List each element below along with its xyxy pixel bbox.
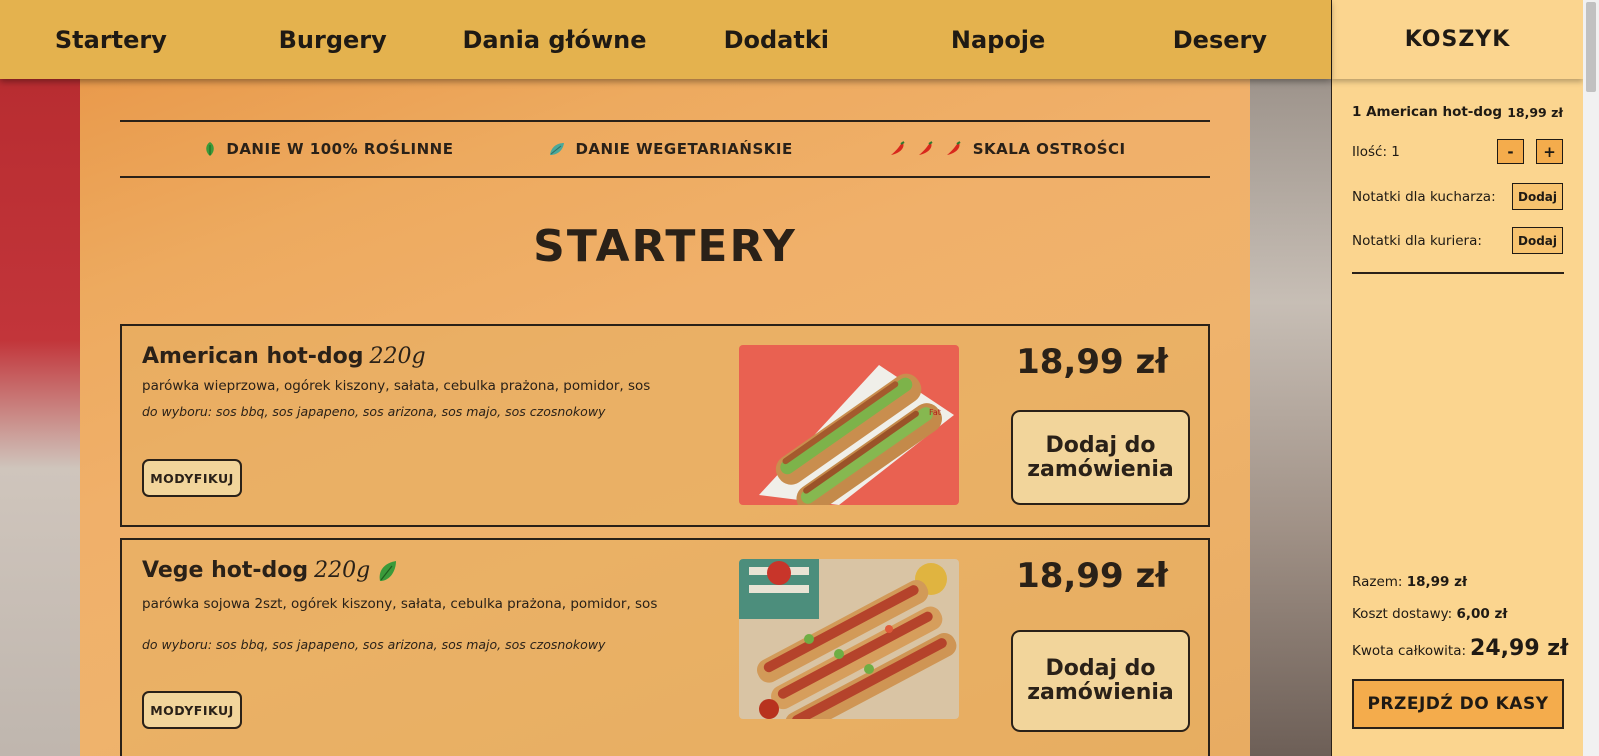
add-courier-note-button[interactable]: Dodaj [1512,227,1563,254]
product-name: American hot-dog [142,344,364,369]
vegan-leaf-icon [206,142,215,156]
legend-vegan: DANIE W 100% ROŚLINNE [204,140,453,158]
background-left [0,0,80,756]
delivery-value: 6,00 zł [1456,606,1508,622]
product-name-row: American hot-dog 220g [142,344,426,369]
cart-item-price: 18,99 zł [1507,104,1563,120]
product-sauce-choice: do wyboru: sos bbq, sos japapeno, sos ar… [142,404,606,419]
modify-button[interactable]: MODYFIKUJ [142,691,242,729]
product-price: 18,99 zł [1016,342,1168,382]
product-weight: 220g [314,558,371,583]
legend-vegetarian: DANIE WEGETARIAŃSKIE [549,140,792,158]
cook-notes-row: Notatki dla kucharza: Dodaj [1352,183,1563,210]
quantity-label: Ilość: 1 [1352,143,1400,160]
add-cook-note-button[interactable]: Dodaj [1512,183,1563,210]
add-to-order-button[interactable]: Dodaj do zamówienia [1011,410,1190,505]
product-card: American hot-dog 220g parówka wieprzowa,… [120,324,1210,527]
product-description: parówka wieprzowa, ogórek kiszony, sałat… [142,378,651,394]
cart-quantity-row: Ilość: 1 - + [1352,139,1563,164]
chili-icon [918,141,933,155]
delivery-row: Koszt dostawy: 6,00 zł [1352,606,1507,622]
nav-item-napoje[interactable]: Napoje [887,26,1109,54]
legend-vegetarian-label: DANIE WEGETARIAŃSKIE [575,140,793,158]
delivery-label: Koszt dostawy: [1352,606,1453,622]
nav-item-dania-glowne[interactable]: Dania główne [444,26,666,54]
total-label: Kwota całkowita: [1352,643,1467,659]
subtotal-value: 18,99 zł [1406,574,1468,590]
product-card: Vege hot-dog 220g parówka sojowa 2szt, o… [120,538,1210,756]
chili-icon [946,141,961,155]
cart-title: KOSZYK [1332,0,1583,79]
total-row: Kwota całkowita: 24,99 zł [1352,636,1568,661]
product-image [739,559,959,719]
product-weight: 220g [369,344,426,369]
cart-divider [1352,272,1564,274]
cart-item-row: 1 American hot-dog 18,99 zł [1352,104,1563,120]
increase-quantity-button[interactable]: + [1536,139,1563,164]
diet-legend: DANIE W 100% ROŚLINNE DANIE WEGETARIAŃSK… [120,120,1210,178]
nav-item-desery[interactable]: Desery [1109,26,1331,54]
nav-item-burgery[interactable]: Burgery [222,26,444,54]
background-right [1250,0,1332,756]
legend-spicy: SKALA OSTROŚCI [889,140,1126,158]
cart-item-name: 1 American hot-dog [1352,104,1503,120]
quantity-stepper: - + [1497,139,1563,164]
modify-button[interactable]: MODYFIKUJ [142,459,242,497]
product-name: Vege hot-dog [142,558,309,583]
vegetarian-leaf-icon [550,143,565,155]
page-scrollbar[interactable] [1583,0,1599,756]
category-nav: Startery Burgery Dania główne Dodatki Na… [0,0,1331,79]
add-to-order-button[interactable]: Dodaj do zamówienia [1011,630,1190,732]
decrease-quantity-button[interactable]: - [1497,139,1524,164]
product-name-row: Vege hot-dog 220g [142,558,398,583]
section-title: STARTERY [533,221,797,272]
subtotal-row: Razem: 18,99 zł [1352,574,1467,590]
checkout-button[interactable]: PRZEJDŹ DO KASY [1352,679,1564,729]
total-value: 24,99 zł [1470,636,1569,661]
cook-notes-label: Notatki dla kucharza: [1352,188,1496,205]
chili-icon [890,141,905,155]
product-sauce-choice: do wyboru: sos bbq, sos japapeno, sos ar… [142,637,606,652]
subtotal-label: Razem: [1352,574,1403,590]
product-description: parówka sojowa 2szt, ogórek kiszony, sał… [142,596,658,612]
legend-vegan-label: DANIE W 100% ROŚLINNE [226,140,454,158]
product-image: Fat [739,345,959,505]
svg-text:Fat: Fat [929,408,941,417]
courier-notes-label: Notatki dla kuriera: [1352,232,1482,249]
nav-item-startery[interactable]: Startery [0,26,222,54]
vegan-leaf-icon [379,560,397,581]
nav-item-dodatki[interactable]: Dodatki [665,26,887,54]
cart-sidebar: KOSZYK 1 American hot-dog 18,99 zł Ilość… [1331,0,1583,756]
menu-content: DANIE W 100% ROŚLINNE DANIE WEGETARIAŃSK… [80,79,1250,756]
product-price: 18,99 zł [1016,556,1168,596]
scrollbar-thumb[interactable] [1586,2,1596,92]
courier-notes-row: Notatki dla kuriera: Dodaj [1352,227,1563,254]
legend-spicy-label: SKALA OSTROŚCI [972,140,1126,158]
